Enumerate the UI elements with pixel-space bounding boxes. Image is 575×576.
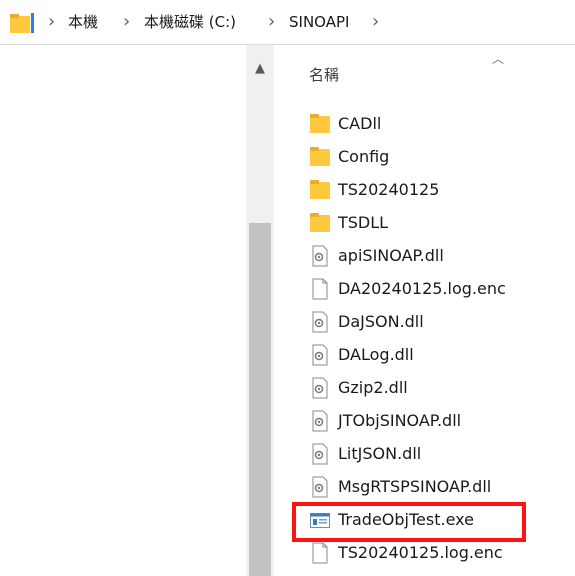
file-name: TS20240125 bbox=[338, 180, 440, 199]
chevron-right-icon[interactable]: › bbox=[48, 12, 55, 32]
folder-icon bbox=[310, 113, 330, 135]
folder-icon bbox=[10, 13, 34, 33]
list-item[interactable]: MsgRTSPSINOAP.dll bbox=[274, 470, 575, 503]
file-icon bbox=[312, 278, 328, 300]
chevron-right-icon[interactable]: › bbox=[372, 12, 379, 32]
folder-icon bbox=[310, 179, 330, 201]
dll-icon bbox=[312, 311, 328, 333]
breadcrumb-item-this-pc[interactable]: 本機 bbox=[68, 12, 98, 32]
file-name: TS20240125.log.enc bbox=[338, 543, 503, 562]
file-icon bbox=[312, 542, 328, 564]
file-name: LitJSON.dll bbox=[338, 444, 422, 463]
sort-ascending-icon: ︿ bbox=[492, 52, 505, 66]
list-item[interactable]: DALog.dll bbox=[274, 338, 575, 371]
file-list[interactable]: ︿ 名稱 CADll Config TS20240125 TSDLL apiSI… bbox=[274, 45, 575, 576]
file-name: DA20240125.log.enc bbox=[338, 279, 506, 298]
breadcrumb-item-local-disk[interactable]: 本機磁碟 (C:) bbox=[144, 12, 236, 32]
list-item[interactable]: Gzip2.dll bbox=[274, 371, 575, 404]
chevron-right-icon[interactable]: › bbox=[123, 12, 130, 32]
column-header-label: 名稱 bbox=[309, 66, 340, 84]
scrollbar-thumb[interactable] bbox=[249, 223, 271, 576]
file-name: DALog.dll bbox=[338, 345, 414, 364]
dll-icon bbox=[312, 410, 328, 432]
dll-icon bbox=[312, 476, 328, 498]
folder-icon bbox=[310, 212, 330, 234]
list-item[interactable]: CADll bbox=[274, 107, 575, 140]
scrollbar-track[interactable] bbox=[250, 81, 270, 221]
dll-icon bbox=[312, 377, 328, 399]
column-header-name[interactable]: ︿ 名稱 bbox=[274, 45, 575, 91]
list-item[interactable]: LitJSON.dll bbox=[274, 437, 575, 470]
scroll-up-arrow-icon[interactable]: ▲ bbox=[246, 59, 274, 79]
vertical-scrollbar[interactable]: ▲ bbox=[246, 45, 274, 576]
dll-icon bbox=[312, 245, 328, 267]
list-item[interactable]: apiSINOAP.dll bbox=[274, 239, 575, 272]
file-name: TSDLL bbox=[338, 213, 389, 232]
list-item[interactable]: TSDLL bbox=[274, 206, 575, 239]
list-item[interactable]: Config bbox=[274, 140, 575, 173]
list-item[interactable]: TS20240125 bbox=[274, 173, 575, 206]
file-name: apiSINOAP.dll bbox=[338, 246, 444, 265]
file-name: Config bbox=[338, 147, 390, 166]
dll-icon bbox=[312, 443, 328, 465]
address-bar[interactable]: › 本機 › 本機磁碟 (C:) › SINOAPI › bbox=[0, 0, 575, 45]
file-name: MsgRTSPSINOAP.dll bbox=[338, 477, 492, 496]
folder-icon bbox=[310, 146, 330, 168]
breadcrumb-item-sinoapi[interactable]: SINOAPI bbox=[289, 12, 349, 32]
file-name: Gzip2.dll bbox=[338, 378, 408, 397]
list-item[interactable]: DaJSON.dll bbox=[274, 305, 575, 338]
highlight-box bbox=[292, 502, 526, 542]
file-name: DaJSON.dll bbox=[338, 312, 424, 331]
dll-icon bbox=[312, 344, 328, 366]
file-name: JTObjSINOAP.dll bbox=[338, 411, 462, 430]
navigation-pane[interactable] bbox=[0, 45, 246, 576]
list-item[interactable]: JTObjSINOAP.dll bbox=[274, 404, 575, 437]
list-item[interactable]: DA20240125.log.enc bbox=[274, 272, 575, 305]
chevron-right-icon[interactable]: › bbox=[268, 12, 275, 32]
file-name: CADll bbox=[338, 114, 382, 133]
